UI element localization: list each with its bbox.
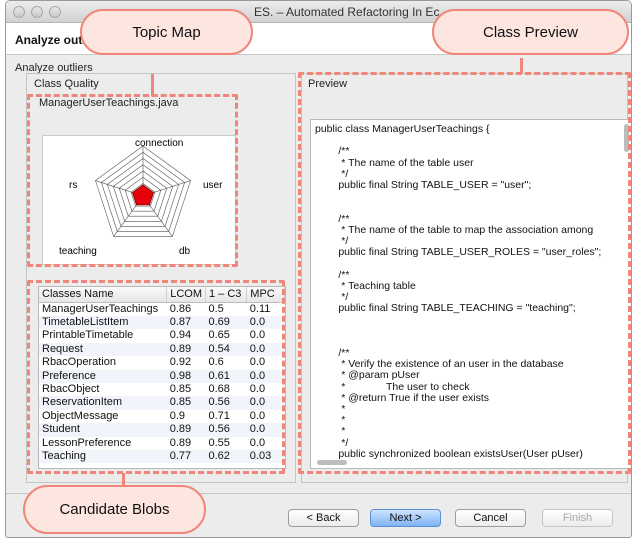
topic-map-highlight (27, 94, 238, 267)
cancel-button[interactable]: Cancel (455, 509, 526, 527)
class-preview-highlight (298, 72, 631, 474)
topic-map-connector (151, 74, 155, 96)
topic-map-callout: Topic Map (80, 9, 253, 55)
class-preview-callout: Class Preview (432, 9, 629, 55)
zoom-window-button[interactable] (49, 6, 61, 18)
candidate-blobs-highlight (27, 280, 285, 474)
minimize-window-button[interactable] (31, 6, 43, 18)
wizard-page-title: Analyze outl (15, 33, 86, 47)
window-title: ES. – Automated Refactoring In Ec (254, 5, 440, 19)
next-button[interactable]: Next > (370, 509, 441, 527)
close-window-button[interactable] (13, 6, 25, 18)
back-button[interactable]: < Back (288, 509, 359, 527)
class-preview-connector (520, 58, 524, 73)
candidate-blobs-connector (122, 473, 126, 485)
candidate-blobs-callout: Candidate Blobs (23, 485, 206, 534)
finish-button[interactable]: Finish (542, 509, 613, 527)
class-quality-label: Class Quality (34, 78, 99, 90)
